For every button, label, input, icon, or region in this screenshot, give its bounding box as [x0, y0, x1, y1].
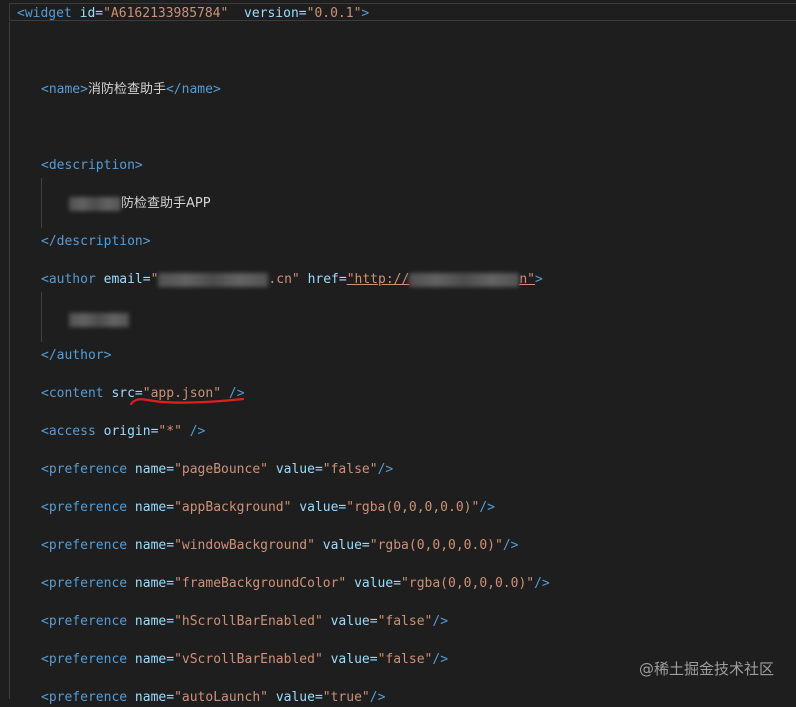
author-email-attr: email= — [103, 272, 151, 287]
preference-name-attr: name= — [134, 500, 175, 515]
preference-open-tag: <preference — [41, 500, 128, 515]
preference-name-attr: name= — [134, 462, 175, 477]
preference-value-value: "false" — [377, 652, 433, 667]
access-close: /> — [181, 424, 206, 439]
redacted-blur — [409, 272, 520, 287]
code-line-author-close: </author> — [41, 347, 111, 365]
code-line-description-open: <description> — [41, 157, 143, 175]
code-line-widget: <widget id="A6162133985784" version="0.0… — [17, 5, 369, 23]
preference-value-value: "rgba(0,0,0,0.0)" — [401, 576, 535, 591]
description-close-tag: </description> — [41, 234, 151, 249]
description-open-tag: <description> — [41, 158, 143, 173]
code-line-preference: <preference name="pageBounce" value="fal… — [41, 461, 393, 479]
preference-value-attr: value= — [275, 690, 323, 705]
code-line-name: <name>消防检查助手</name> — [41, 81, 221, 99]
preference-name-attr: name= — [134, 690, 175, 705]
preference-close: /> — [432, 652, 449, 667]
widget-open-tag: <widget — [17, 6, 72, 21]
preference-open-tag: <preference — [41, 538, 128, 553]
preference-name-value: "pageBounce" — [174, 462, 268, 477]
name-text: 消防检查助手 — [87, 82, 166, 97]
code-line-preference: <preference name="frameBackgroundColor" … — [41, 575, 550, 593]
author-href-tail: n" — [519, 272, 535, 287]
code-line-author-text — [69, 311, 129, 329]
preference-close: /> — [479, 500, 495, 515]
author-open-close: > — [534, 272, 543, 287]
preference-open-tag: <preference — [41, 652, 128, 667]
preference-value-attr: value= — [330, 614, 378, 629]
preference-value-value: "rgba(0,0,0,0.0)" — [346, 500, 480, 515]
preference-open-tag: <preference — [41, 690, 128, 705]
preference-value-value: "false" — [322, 462, 378, 477]
widget-version-value: "0.0.1" — [306, 6, 362, 21]
code-line-author-open: <author email=" .cn" href="http:// n"> — [41, 271, 543, 289]
indent-guide-description — [41, 178, 42, 228]
code-line-preference: <preference name="vScrollBarEnabled" val… — [41, 651, 448, 669]
preference-name-attr: name= — [134, 538, 175, 553]
widget-version-attr: version= — [244, 6, 307, 21]
code-line-access: <access origin="*" /> — [41, 423, 205, 441]
preference-name-attr: name= — [134, 614, 175, 629]
preference-value-attr: value= — [275, 462, 323, 477]
preference-name-value: "windowBackground" — [174, 538, 315, 553]
preference-value-attr: value= — [354, 576, 402, 591]
preference-close: /> — [432, 614, 449, 629]
code-editor[interactable]: <widget id="A6162133985784" version="0.0… — [0, 0, 796, 705]
author-href-head: "http:// — [346, 272, 410, 287]
indent-guide-author — [41, 292, 42, 342]
code-line-preference: <preference name="windowBackground" valu… — [41, 537, 518, 555]
widget-id-value: "A6162133985784" — [103, 6, 229, 21]
code-line-preference: <preference name="appBackground" value="… — [41, 499, 495, 517]
redacted-blur — [69, 312, 129, 327]
author-close-tag: </author> — [41, 348, 112, 363]
preference-open-tag: <preference — [41, 614, 128, 629]
access-origin-attr: origin= — [103, 424, 159, 439]
preference-close: /> — [502, 538, 519, 553]
code-line-description-text: 防检查助手APP — [69, 195, 211, 213]
access-origin-value: "*" — [158, 424, 182, 439]
description-text: 防检查助手APP — [121, 196, 211, 211]
code-line-description-close: </description> — [41, 233, 151, 251]
preference-name-value: "appBackground" — [174, 500, 292, 515]
author-open-tag: <author — [41, 272, 96, 287]
redacted-blur — [69, 196, 121, 211]
preference-close: /> — [534, 576, 550, 591]
preference-name-value: "autoLaunch" — [174, 690, 268, 705]
preference-value-attr: value= — [322, 538, 370, 553]
preference-name-attr: name= — [134, 652, 175, 667]
access-open-tag: <access — [41, 424, 96, 439]
author-email-quote: " — [150, 272, 159, 287]
preference-value-value: "false" — [377, 614, 433, 629]
preference-open-tag: <preference — [41, 576, 128, 591]
red-underline-annotation — [129, 397, 245, 406]
preference-name-value: "hScrollBarEnabled" — [174, 614, 323, 629]
widget-id-attr: id= — [79, 6, 104, 21]
author-href-attr: href= — [307, 272, 347, 287]
code-line-preference: <preference name="hScrollBarEnabled" val… — [41, 613, 448, 631]
preference-name-value: "vScrollBarEnabled" — [174, 652, 323, 667]
preference-value-attr: value= — [330, 652, 378, 667]
preference-name-value: "frameBackgroundColor" — [174, 576, 347, 591]
preference-value-value: "rgba(0,0,0,0.0)" — [369, 538, 503, 553]
widget-close: > — [361, 6, 370, 21]
preference-name-attr: name= — [134, 576, 175, 591]
preference-close: /> — [377, 462, 394, 477]
author-email-tail: .cn" — [268, 272, 300, 287]
watermark: @稀土掘金技术社区 — [638, 660, 774, 678]
preference-close: /> — [369, 690, 386, 705]
code-line-preference: <preference name="autoLaunch" value="tru… — [41, 689, 385, 707]
preference-value-value: "true" — [322, 690, 370, 705]
name-close-tag: </name> — [165, 82, 221, 97]
author-href-link[interactable]: "http:// n" — [347, 272, 535, 287]
preference-open-tag: <preference — [41, 462, 128, 477]
preference-value-attr: value= — [299, 500, 347, 515]
redacted-blur — [158, 272, 269, 287]
content-open-tag: <content — [41, 386, 104, 401]
indent-guide — [9, 22, 10, 699]
name-open-tag: <name> — [41, 82, 88, 97]
